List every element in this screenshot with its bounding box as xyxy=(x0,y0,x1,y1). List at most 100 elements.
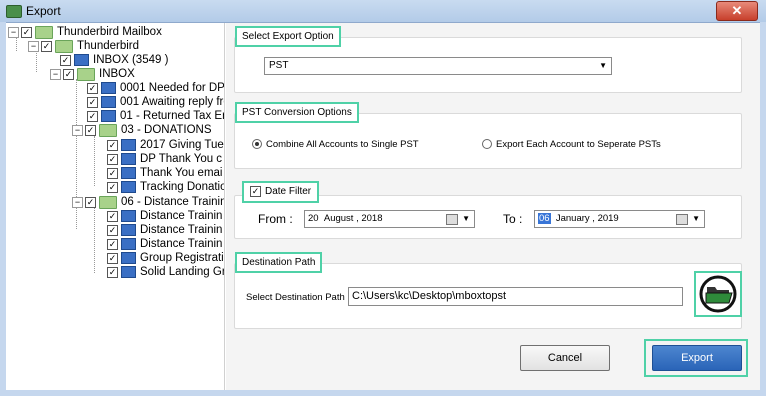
conversion-title: PST Conversion Options xyxy=(235,102,359,123)
checkbox[interactable]: ✓ xyxy=(21,26,32,38)
tree-item-001-awaiting[interactable]: ✓ 001 Awaiting reply fro xyxy=(87,95,224,109)
date-filter-label: Date Filter xyxy=(265,186,312,197)
tree-item-03-donations[interactable]: − ✓ 03 - DONATIONS xyxy=(72,123,212,137)
window-title: Export xyxy=(26,4,61,18)
close-button[interactable]: ✕ xyxy=(716,1,758,21)
mail-icon xyxy=(101,96,116,109)
tree-item-01-returned[interactable]: ✓ 01 - Returned Tax Er xyxy=(87,109,224,123)
folder-icon xyxy=(99,195,117,209)
app-icon xyxy=(6,5,22,18)
mail-icon xyxy=(121,181,136,194)
collapse-toggle[interactable]: − xyxy=(72,196,83,208)
export-format-select[interactable]: PST ▼ xyxy=(264,57,612,75)
mail-icon xyxy=(121,153,136,166)
checkbox[interactable]: ✓ xyxy=(87,82,98,94)
open-folder-icon xyxy=(699,275,737,313)
folder-tree: − ✓ Thunderbird Mailbox − ✓ Thunderbird ✓ INB… xyxy=(6,23,225,390)
mail-icon xyxy=(101,82,116,95)
folder-icon xyxy=(35,25,53,39)
checkbox[interactable]: ✓ xyxy=(87,110,98,122)
combine-radio[interactable] xyxy=(252,139,262,150)
tree-item-thunderbird[interactable]: − ✓ Thunderbird xyxy=(28,39,139,53)
tree-item-2017-giving[interactable]: ✓ 2017 Giving Tues xyxy=(107,138,224,152)
checkbox[interactable]: ✓ xyxy=(107,167,118,179)
tree-item-thunderbird-mailbox[interactable]: − ✓ Thunderbird Mailbox xyxy=(8,25,162,39)
chevron-down-icon: ▼ xyxy=(462,214,470,223)
window-frame-right xyxy=(760,22,766,396)
tree-item-solid-landing[interactable]: ✓ Solid Landing Gr xyxy=(107,265,224,279)
checkbox[interactable]: ✓ xyxy=(85,196,96,208)
mail-icon xyxy=(121,252,136,265)
to-month-year: January , 2019 xyxy=(555,213,619,224)
mail-icon xyxy=(121,210,136,223)
chevron-down-icon: ▼ xyxy=(692,214,700,223)
destination-path-input[interactable]: C:\Users\kc\Desktop\mboxtopst xyxy=(348,287,683,306)
separate-label: Export Each Account to Seperate PSTs xyxy=(496,138,661,150)
mail-icon xyxy=(121,167,136,180)
checkbox[interactable]: ✓ xyxy=(107,266,118,278)
tree-item-dp-thank-you[interactable]: ✓ DP Thank You c xyxy=(107,152,222,166)
window-frame-bottom xyxy=(0,390,766,396)
tree-item-tracking-donation[interactable]: ✓ Tracking Donatio xyxy=(107,180,224,194)
chevron-down-icon: ▼ xyxy=(599,61,607,70)
folder-icon xyxy=(55,39,73,53)
collapse-toggle[interactable]: − xyxy=(8,26,19,38)
checkbox[interactable]: ✓ xyxy=(107,210,118,222)
date-filter-checkbox[interactable]: ✓ xyxy=(250,185,261,197)
checkbox[interactable]: ✓ xyxy=(107,224,118,236)
export-option-title: Select Export Option xyxy=(235,26,341,47)
title-bar: Export ✕ xyxy=(0,0,766,23)
to-label: To : xyxy=(503,212,523,226)
tree-item-distance-3[interactable]: ✓ Distance Trainin xyxy=(107,237,222,251)
tree-item-0001-needed[interactable]: ✓ 0001 Needed for DP xyxy=(87,81,224,95)
mail-icon xyxy=(101,110,116,123)
mail-icon xyxy=(121,266,136,279)
options-panel: Select Export Option PST ▼ PST Conversio… xyxy=(226,23,760,390)
destination-title: Destination Path xyxy=(235,252,323,273)
checkbox[interactable]: ✓ xyxy=(63,68,74,80)
tree-item-distance-2[interactable]: ✓ Distance Trainin xyxy=(107,223,222,237)
mail-icon xyxy=(121,238,136,251)
cancel-button[interactable]: Cancel xyxy=(520,345,610,371)
destination-label: Select Destination Path xyxy=(246,292,345,303)
browse-folder-button[interactable] xyxy=(694,271,742,317)
date-filter-title[interactable]: ✓ Date Filter xyxy=(242,181,320,203)
checkbox[interactable]: ✓ xyxy=(85,124,96,136)
calendar-icon xyxy=(676,214,688,225)
collapse-toggle[interactable]: − xyxy=(50,68,61,80)
checkbox[interactable]: ✓ xyxy=(107,153,118,165)
to-day: 06 xyxy=(538,213,551,224)
separate-option[interactable]: Export Each Account to Seperate PSTs xyxy=(482,138,661,150)
mail-icon xyxy=(121,224,136,237)
folder-icon xyxy=(99,123,117,137)
tree-item-06-distance[interactable]: − ✓ 06 - Distance Trainin xyxy=(72,195,224,209)
separate-radio[interactable] xyxy=(482,139,492,150)
tree-item-group-registration[interactable]: ✓ Group Registrati xyxy=(107,251,224,265)
from-month-year: August , 2018 xyxy=(323,213,383,224)
tree-item-inbox-count[interactable]: ✓ INBOX (3549 ) xyxy=(60,53,168,67)
collapse-toggle[interactable]: − xyxy=(72,124,83,136)
checkbox[interactable]: ✓ xyxy=(107,252,118,264)
folder-icon xyxy=(77,67,95,81)
checkbox[interactable]: ✓ xyxy=(107,139,118,151)
checkbox[interactable]: ✓ xyxy=(87,96,98,108)
calendar-icon xyxy=(446,214,458,225)
tree-item-inbox[interactable]: − ✓ INBOX xyxy=(50,67,135,81)
mail-icon xyxy=(74,54,89,67)
export-button[interactable]: Export xyxy=(652,345,742,371)
collapse-toggle[interactable]: − xyxy=(28,40,39,52)
to-date-picker[interactable]: 06 January , 2019 ▼ xyxy=(534,210,705,228)
checkbox[interactable]: ✓ xyxy=(107,238,118,250)
from-label: From : xyxy=(258,212,293,226)
combine-option[interactable]: Combine All Accounts to Single PST xyxy=(252,138,419,150)
checkbox[interactable]: ✓ xyxy=(60,54,71,66)
from-day: 20 xyxy=(308,213,319,224)
from-date-picker[interactable]: 20 August , 2018 ▼ xyxy=(304,210,475,228)
export-format-value: PST xyxy=(269,60,289,71)
tree-item-thank-you-email[interactable]: ✓ Thank You emai xyxy=(107,166,222,180)
checkbox[interactable]: ✓ xyxy=(41,40,52,52)
combine-label: Combine All Accounts to Single PST xyxy=(266,138,419,150)
mail-icon xyxy=(121,139,136,152)
checkbox[interactable]: ✓ xyxy=(107,181,118,193)
tree-item-distance-1[interactable]: ✓ Distance Trainin xyxy=(107,209,222,223)
